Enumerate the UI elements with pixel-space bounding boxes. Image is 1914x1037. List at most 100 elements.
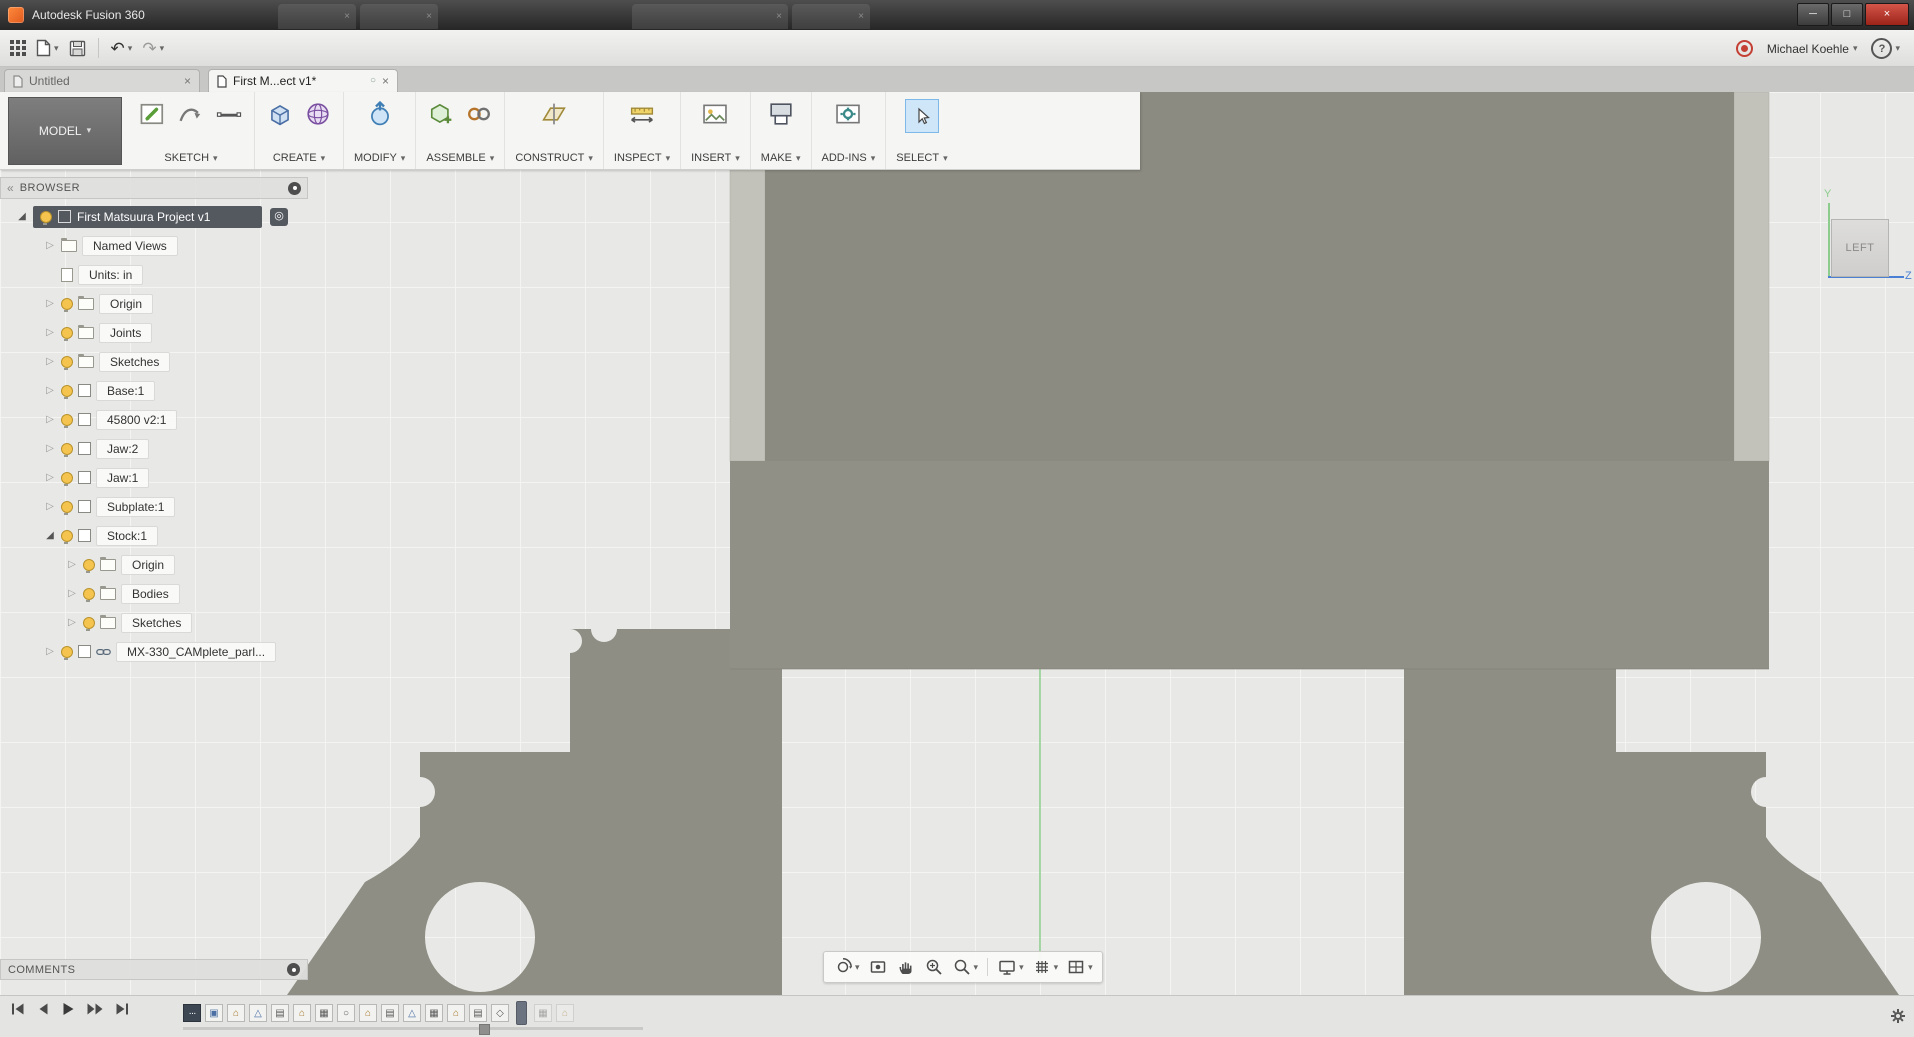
timeline-feature-icon[interactable]: ▤ (469, 1004, 487, 1022)
tree-row-subplate1[interactable]: ▷ Subplate:1 (0, 492, 308, 521)
bulb-icon[interactable] (61, 442, 73, 457)
tree-row-joints[interactable]: ▷ Joints (0, 318, 308, 347)
timeline-feature-icon[interactable]: ◇ (491, 1004, 509, 1022)
timeline-feature-icon[interactable]: ▦ (425, 1004, 443, 1022)
model-column-right-rail[interactable] (1733, 91, 1770, 462)
bulb-icon[interactable] (61, 413, 73, 428)
expand-arrow-icon[interactable]: ▷ (44, 240, 56, 251)
bulb-icon[interactable] (61, 297, 73, 312)
menu-inspect[interactable]: INSPECT ▾ (614, 152, 670, 164)
bulb-icon[interactable] (83, 587, 95, 602)
bulb-icon[interactable] (61, 645, 73, 660)
expand-arrow-icon[interactable]: ◢ (16, 211, 28, 222)
activate-component-icon[interactable]: ◎ (270, 207, 288, 226)
tab-active-document[interactable]: First M...ect v1* ○ × (208, 69, 398, 92)
expand-arrow-icon[interactable]: ▷ (44, 414, 56, 425)
timeline-position-marker[interactable] (516, 1001, 527, 1025)
tree-row-stock1[interactable]: ◢ Stock:1 (0, 521, 308, 550)
menu-insert[interactable]: INSERT ▾ (691, 152, 740, 164)
press-pull-icon[interactable] (365, 99, 395, 129)
expand-arrow-icon[interactable]: ▷ (66, 588, 78, 599)
timeline-feature-icon[interactable]: ▤ (271, 1004, 289, 1022)
viewcube-face-left[interactable]: LEFT (1831, 219, 1889, 277)
tree-row-units[interactable]: Units: in (0, 260, 308, 289)
expand-arrow-icon[interactable]: ▷ (44, 501, 56, 512)
timeline-feature-icon[interactable]: ··· (183, 1004, 201, 1022)
expand-arrow-icon[interactable]: ▷ (44, 356, 56, 367)
maximize-button[interactable]: □ (1831, 3, 1863, 26)
redo-button[interactable]: ↷ ▾ (142, 40, 164, 57)
collapse-panel-icon[interactable]: « (7, 182, 14, 194)
timeline-feature-icon[interactable]: △ (403, 1004, 421, 1022)
tab-untitled[interactable]: Untitled × (4, 69, 200, 92)
bulb-icon[interactable] (61, 384, 73, 399)
menu-construct[interactable]: CONSTRUCT ▾ (515, 152, 593, 164)
timeline-feature-icon[interactable]: ⌂ (556, 1004, 574, 1022)
bulb-icon[interactable] (61, 355, 73, 370)
tree-row-jaw1[interactable]: ▷ Jaw:1 (0, 463, 308, 492)
timeline-step-forward-button[interactable] (85, 1001, 105, 1017)
timeline-feature-icon[interactable]: ▦ (534, 1004, 552, 1022)
timeline-feature-icon[interactable]: △ (249, 1004, 267, 1022)
revolve-sphere-icon[interactable] (303, 99, 333, 129)
expand-arrow-icon[interactable]: ▷ (44, 443, 56, 454)
timeline-feature-icon[interactable]: ⌂ (359, 1004, 377, 1022)
menu-select[interactable]: SELECT ▾ (896, 152, 947, 164)
addins-scripts-icon[interactable] (833, 99, 863, 129)
tree-row-sketches[interactable]: ▷ Sketches (0, 347, 308, 376)
expand-arrow-icon[interactable]: ▷ (66, 559, 78, 570)
expand-arrow-icon[interactable]: ▷ (44, 646, 56, 657)
expand-arrow-icon[interactable]: ▷ (44, 327, 56, 338)
zoom-window-tool[interactable]: ▾ (949, 955, 982, 979)
timeline-feature-icon[interactable]: ⌂ (227, 1004, 245, 1022)
timeline-goto-start-button[interactable] (10, 1001, 26, 1017)
timeline-goto-end-button[interactable] (114, 1001, 130, 1017)
measure-icon[interactable] (627, 99, 657, 129)
expand-arrow-icon[interactable]: ◢ (44, 530, 56, 541)
timeline-feature-icon[interactable]: ▣ (205, 1004, 223, 1022)
browser-header[interactable]: « BROWSER (0, 177, 308, 199)
tab-close-icon[interactable]: × (382, 75, 389, 87)
insert-image-icon[interactable] (700, 99, 730, 129)
tree-row-root[interactable]: ◢ First Matsuura Project v1 ◎ (0, 202, 308, 231)
timeline-feature-icon[interactable]: ⌂ (293, 1004, 311, 1022)
extrude-icon[interactable] (265, 99, 295, 129)
tree-row-jaw2[interactable]: ▷ Jaw:2 (0, 434, 308, 463)
help-menu[interactable]: ? ▾ (1871, 38, 1900, 59)
menu-assemble[interactable]: ASSEMBLE ▾ (426, 152, 494, 164)
expand-arrow-icon[interactable]: ▷ (44, 298, 56, 309)
viewports[interactable]: ▾ (1063, 955, 1096, 979)
menu-addins[interactable]: ADD-INS ▾ (822, 152, 876, 164)
make-3dprint-icon[interactable] (766, 99, 796, 129)
undo-button[interactable]: ↶ ▾ (111, 40, 133, 57)
joint-icon[interactable] (464, 99, 494, 129)
menu-create[interactable]: CREATE ▾ (273, 152, 325, 164)
timeline-feature-icon[interactable]: ○ (337, 1004, 355, 1022)
bulb-icon[interactable] (61, 326, 73, 341)
live-sync-status-icon[interactable] (1735, 40, 1753, 57)
tree-row-stock-bodies[interactable]: ▷ Bodies (0, 579, 308, 608)
save-button[interactable] (69, 40, 86, 57)
tree-row-stock-origin[interactable]: ▷ Origin (0, 550, 308, 579)
app-launcher-icon[interactable] (10, 40, 26, 56)
sketch-line-icon[interactable] (214, 99, 244, 129)
create-sketch-icon[interactable] (138, 99, 168, 129)
comments-bar[interactable]: COMMENTS (0, 959, 308, 980)
display-settings[interactable]: ▾ (994, 955, 1027, 979)
pan-tool[interactable] (893, 955, 919, 979)
timeline-step-back-button[interactable] (35, 1001, 51, 1017)
new-component-icon[interactable] (426, 99, 456, 129)
bulb-icon[interactable] (61, 500, 73, 515)
root-component[interactable]: First Matsuura Project v1 (33, 205, 262, 228)
comments-options-icon[interactable] (287, 963, 300, 976)
minimize-button[interactable]: ─ (1797, 3, 1829, 26)
workspace-switcher[interactable]: MODEL ▾ (8, 96, 122, 165)
tree-row-45800[interactable]: ▷ 45800 v2:1 (0, 405, 308, 434)
viewcube[interactable]: Y Z LEFT (1808, 188, 1912, 288)
timeline-feature-icon[interactable]: ⌂ (447, 1004, 465, 1022)
menu-sketch[interactable]: SKETCH ▾ (164, 152, 217, 164)
sketch-spline-icon[interactable] (176, 99, 206, 129)
user-account-menu[interactable]: Michael Koehle ▾ (1767, 42, 1858, 56)
bulb-icon[interactable] (83, 616, 95, 631)
menu-modify[interactable]: MODIFY ▾ (354, 152, 405, 164)
